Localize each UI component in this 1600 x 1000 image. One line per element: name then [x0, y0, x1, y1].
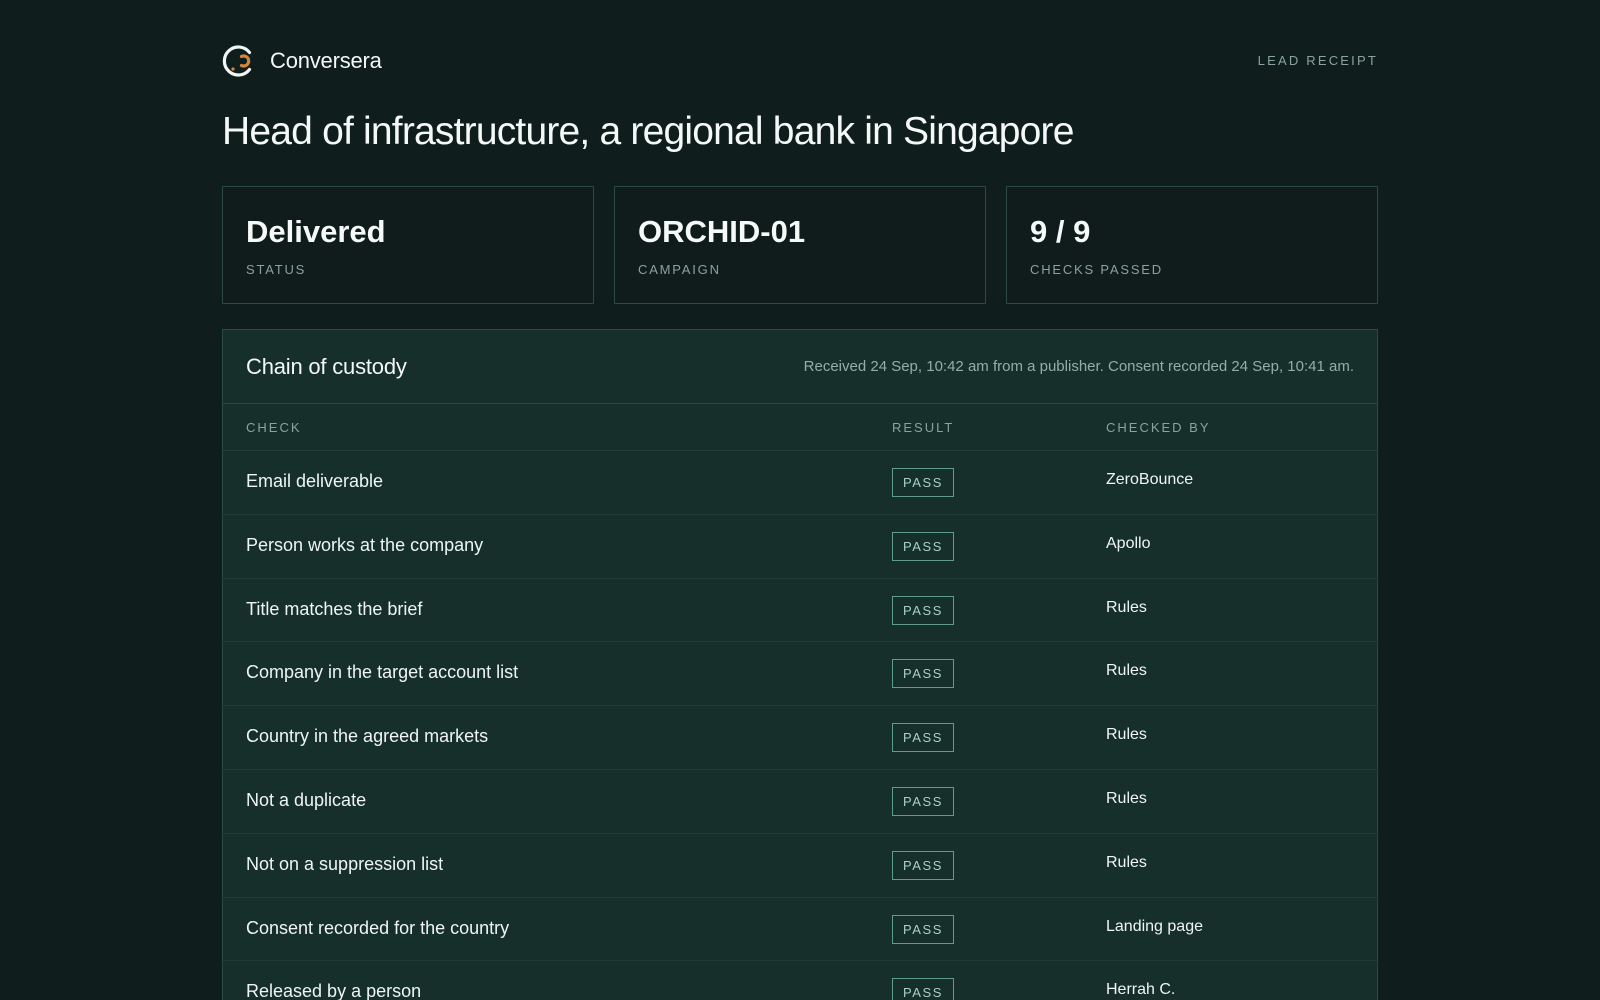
pass-badge: PASS [892, 531, 954, 561]
check-name: Not on a suppression list [246, 853, 444, 874]
pass-badge: PASS [892, 850, 954, 880]
checked-by: ZeroBounce [1106, 471, 1194, 488]
status-value: Delivered [246, 214, 386, 249]
column-header-result: RESULT [892, 420, 955, 435]
column-header-check: CHECK [246, 420, 302, 435]
lead-receipt-page: Conversera LEAD RECEIPT Head of infrastr… [0, 0, 1600, 1000]
check-name: Consent recorded for the country [246, 917, 510, 938]
checked-by: Apollo [1106, 534, 1151, 552]
pass-badge: PASS [892, 786, 954, 816]
page-title: Head of infrastructure, a regional bank … [222, 110, 1074, 153]
checks-passed-label: CHECKS PASSED [1030, 262, 1163, 278]
custody-note: Received 24 Sep, 10:42 am from a publish… [803, 358, 1354, 375]
chain-of-custody-panel: Chain of custody Received 24 Sep, 10:42 … [222, 329, 1378, 1000]
campaign-card: ORCHID-01 CAMPAIGN [614, 186, 986, 304]
checked-by: Rules [1106, 789, 1147, 807]
stats-row: Delivered STATUS ORCHID-01 CAMPAIGN 9 / … [222, 186, 1378, 304]
column-header-checked-by: CHECKED BY [1106, 420, 1211, 435]
top-bar: Conversera LEAD RECEIPT [222, 0, 1378, 124]
checked-by: Herrah C. [1106, 981, 1176, 999]
panel-header: Chain of custody Received 24 Sep, 10:42 … [223, 330, 1377, 404]
pass-badge: PASS [892, 468, 954, 497]
check-name: Not a duplicate [246, 789, 367, 810]
table-row: Not a duplicate PASS Rules [223, 770, 1377, 834]
table-row: Country in the agreed markets PASS Rules [223, 706, 1377, 770]
checked-by: Rules [1106, 726, 1147, 744]
table-row: Person works at the company PASS Apollo [223, 515, 1377, 579]
table-row: Released by a person PASS Herrah C. [223, 961, 1377, 1000]
pass-badge: PASS [892, 723, 954, 753]
pass-badge: PASS [892, 595, 954, 625]
pass-badge: PASS [892, 659, 954, 689]
status-label: STATUS [246, 262, 307, 278]
check-name: Company in the target account list [246, 662, 519, 683]
pass-badge: PASS [892, 914, 954, 944]
check-name: Title matches the brief [246, 598, 423, 619]
table-header: CHECK RESULT CHECKED BY [223, 404, 1377, 451]
campaign-label: CAMPAIGN [638, 262, 721, 278]
circular-c-logo-icon [222, 45, 252, 77]
checks-table: CHECK RESULT CHECKED BY Email deliverabl… [223, 404, 1377, 1000]
check-name: Released by a person [246, 981, 422, 1000]
check-name: Country in the agreed markets [246, 726, 489, 747]
checked-by: Landing page [1106, 917, 1203, 935]
table-row: Company in the target account list PASS … [223, 642, 1377, 707]
checked-by: Rules [1106, 853, 1147, 871]
table-row: Consent recorded for the country PASS La… [223, 898, 1377, 962]
content-container: Conversera LEAD RECEIPT Head of infrastr… [222, 0, 1378, 1000]
check-name: Person works at the company [246, 534, 484, 555]
check-name: Email deliverable [246, 471, 384, 491]
table-row: Email deliverable PASS ZeroBounce [223, 451, 1377, 515]
status-card: Delivered STATUS [222, 186, 594, 304]
brand[interactable]: Conversera [222, 44, 382, 78]
lead-receipt-label: LEAD RECEIPT [1257, 53, 1378, 68]
checked-by: Rules [1106, 662, 1147, 680]
table-row: Title matches the brief PASS Rules [223, 579, 1377, 643]
brand-name: Conversera [270, 48, 382, 73]
checks-passed-card: 9 / 9 CHECKS PASSED [1006, 186, 1378, 304]
campaign-value: ORCHID-01 [638, 214, 806, 249]
table-row: Not on a suppression list PASS Rules [223, 834, 1377, 898]
pass-badge: PASS [892, 978, 954, 1000]
checked-by: Rules [1106, 598, 1147, 616]
checks-passed-value: 9 / 9 [1030, 214, 1091, 249]
panel-title: Chain of custody [246, 354, 407, 379]
